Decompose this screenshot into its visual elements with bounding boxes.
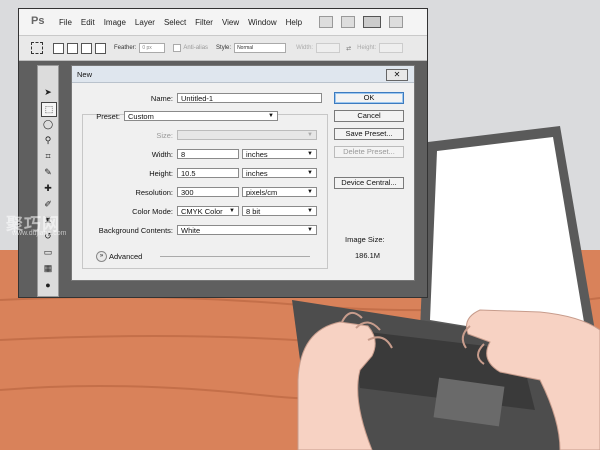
view-extras-icon[interactable]	[341, 16, 356, 28]
size-label: Size:	[156, 131, 173, 140]
photoshop-window: Ps File Edit Image Layer Select Filter V…	[18, 8, 428, 298]
height-input[interactable]: 10.5	[177, 168, 239, 178]
width-input[interactable]: 8	[177, 149, 239, 159]
rectangular-marquee-tool-icon[interactable]: ⬚	[41, 102, 57, 117]
menu-help[interactable]: Help	[286, 18, 302, 27]
name-input[interactable]: Untitled-1	[177, 93, 322, 103]
add-selection-icon[interactable]	[67, 42, 78, 54]
color-mode-value: CMYK Color	[181, 207, 223, 216]
delete-preset-button[interactable]: Delete Preset...	[334, 146, 404, 158]
dropdown-arrow-icon: ▼	[307, 189, 313, 195]
menu-layer[interactable]: Layer	[135, 18, 155, 27]
eraser-tool-icon[interactable]: ▭	[41, 246, 55, 259]
screen-mode-icon[interactable]	[363, 16, 382, 28]
watermark: 聚巧网 www.dujiaoa.com	[2, 208, 92, 244]
eyedropper-tool-icon[interactable]: ✎	[41, 166, 55, 179]
background-contents-value: White	[181, 226, 201, 235]
width-unit-dropdown[interactable]: inches ▼	[242, 149, 317, 159]
height-label: Height:	[149, 169, 173, 178]
bridge-icon[interactable]	[319, 16, 334, 28]
preset-label: Preset:	[96, 112, 120, 121]
menubar-tools	[319, 16, 404, 28]
resolution-unit-value: pixels/cm	[246, 188, 278, 197]
preset-value: Custom	[128, 112, 154, 121]
resolution-input[interactable]: 300	[177, 187, 239, 197]
dropdown-arrow-icon: ▼	[307, 132, 313, 138]
new-selection-icon[interactable]	[53, 42, 64, 54]
expand-advanced-icon[interactable]: »	[96, 251, 107, 262]
height-label: Height:	[357, 45, 377, 51]
options-bar: Feather: 0 px Anti-alias Style: Normal W…	[19, 36, 427, 61]
ok-button[interactable]: OK	[334, 92, 404, 104]
background-contents-label: Background Contents:	[98, 226, 173, 235]
dialog-titlebar[interactable]: New ✕	[72, 66, 414, 83]
menu-window[interactable]: Window	[248, 18, 276, 27]
blur-tool-icon[interactable]: ●	[41, 278, 55, 291]
dialog-title: New	[77, 70, 93, 79]
anti-alias-label: Anti-alias	[183, 45, 209, 51]
watermark-url: www.dujiaoa.com	[12, 230, 67, 237]
dropdown-arrow-icon: ▼	[268, 113, 274, 119]
subtract-selection-icon[interactable]	[81, 42, 92, 54]
image-size-value: 186.1M	[355, 251, 381, 260]
arrange-documents-icon[interactable]	[389, 16, 404, 28]
width-unit-value: inches	[246, 150, 268, 159]
style-label: Style:	[216, 45, 232, 51]
photoshop-logo: Ps	[31, 15, 45, 27]
width-label: Width:	[296, 45, 314, 51]
style-select[interactable]: Normal	[234, 43, 287, 53]
gradient-tool-icon[interactable]: ▦	[41, 262, 55, 275]
width-input[interactable]	[316, 43, 341, 53]
name-label: Name:	[150, 94, 173, 103]
height-unit-dropdown[interactable]: inches ▼	[242, 168, 317, 178]
dropdown-arrow-icon: ▼	[307, 227, 313, 233]
feather-label: Feather:	[114, 45, 137, 51]
width-label: Width:	[151, 150, 173, 159]
bit-depth-dropdown[interactable]: 8 bit ▼	[242, 206, 317, 216]
color-mode-dropdown[interactable]: CMYK Color ▼	[177, 206, 239, 216]
healing-brush-tool-icon[interactable]: ✚	[41, 182, 55, 195]
cancel-button[interactable]: Cancel	[334, 110, 404, 122]
background-contents-dropdown[interactable]: White ▼	[177, 225, 317, 235]
marquee-tool-preset-icon[interactable]	[31, 42, 43, 54]
height-unit-value: inches	[246, 169, 268, 178]
menu-file[interactable]: File	[59, 18, 72, 27]
size-dropdown[interactable]: ▼	[177, 130, 317, 140]
toolbox: ➤ ⬚ ◯ ⚲ ⌗ ✎ ✚ ✐ ♜ ↺ ▭ ▦ ●	[37, 65, 59, 297]
menu-bar: Ps File Edit Image Layer Select Filter V…	[19, 9, 427, 36]
advanced-label[interactable]: Advanced	[109, 252, 142, 261]
close-icon[interactable]: ✕	[386, 69, 408, 81]
menu-edit[interactable]: Edit	[81, 18, 95, 27]
save-preset-button[interactable]: Save Preset...	[334, 128, 404, 140]
device-central-button[interactable]: Device Central...	[334, 177, 404, 189]
resolution-unit-dropdown[interactable]: pixels/cm ▼	[242, 187, 317, 197]
dropdown-arrow-icon: ▼	[307, 151, 313, 157]
dropdown-arrow-icon: ▼	[307, 208, 313, 214]
color-mode-label: Color Mode:	[132, 207, 173, 216]
menu-view[interactable]: View	[222, 18, 239, 27]
menu-filter[interactable]: Filter	[195, 18, 213, 27]
height-input[interactable]	[379, 43, 404, 53]
swap-icon[interactable]: ⇄	[346, 45, 351, 52]
resolution-label: Resolution:	[135, 188, 173, 197]
intersect-selection-icon[interactable]	[95, 42, 106, 54]
lasso-tool-icon[interactable]: ◯	[41, 118, 55, 131]
image-size-label: Image Size:	[345, 235, 385, 244]
bit-depth-value: 8 bit	[246, 207, 261, 216]
preset-dropdown[interactable]: Custom ▼	[124, 111, 278, 121]
move-tool-icon[interactable]: ➤	[41, 86, 55, 99]
quick-selection-tool-icon[interactable]: ⚲	[41, 134, 55, 147]
menu-image[interactable]: Image	[104, 18, 126, 27]
feather-input[interactable]: 0 px	[139, 43, 166, 53]
new-document-dialog: New ✕ Name: Untitled-1 Preset: Custom ▼ …	[71, 65, 415, 281]
advanced-divider	[160, 256, 310, 257]
crop-tool-icon[interactable]: ⌗	[41, 150, 55, 163]
dropdown-arrow-icon: ▼	[229, 208, 235, 214]
anti-alias-checkbox[interactable]	[173, 44, 182, 52]
dropdown-arrow-icon: ▼	[307, 170, 313, 176]
menu-select[interactable]: Select	[164, 18, 186, 27]
